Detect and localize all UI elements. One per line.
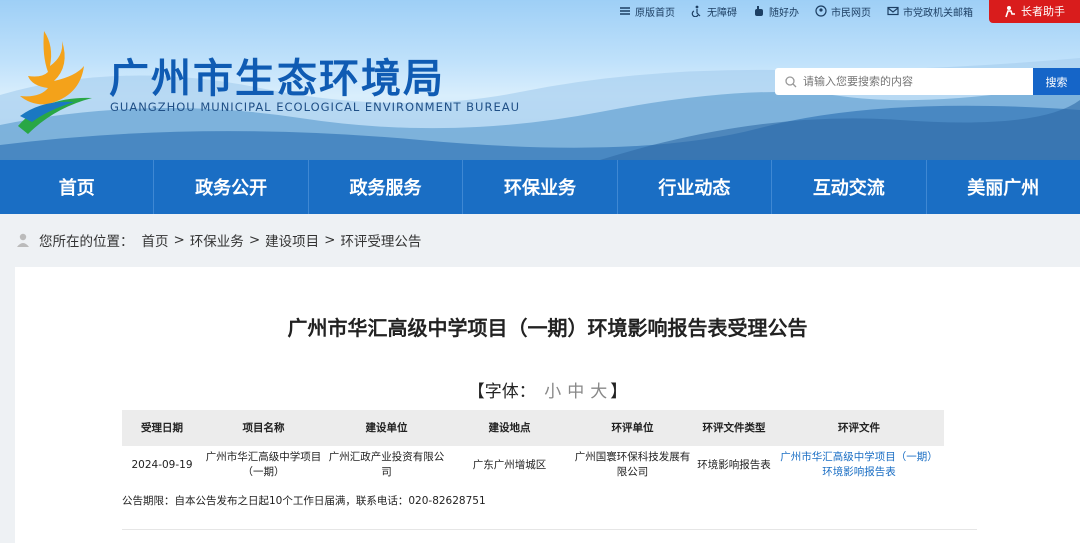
main-nav: 首页 政务公开 政务服务 环保业务 行业动态 互动交流 美丽广州 (0, 160, 1080, 214)
elder-icon (1005, 5, 1015, 17)
top-link-label: 市党政机关邮箱 (903, 7, 973, 19)
article-title: 广州市华汇高级中学项目（一期）环境影响报告表受理公告 (287, 316, 808, 340)
eia-document-link[interactable]: 广州市华汇高级中学项目（一期）环境影响报告表 (774, 446, 944, 484)
nav-item-beautiful-guangzhou[interactable]: 美丽广州 (927, 160, 1080, 214)
col-header-eia-unit: 环评单位 (571, 410, 694, 446)
nav-item-interaction[interactable]: 互动交流 (772, 160, 927, 214)
hand-icon (755, 6, 763, 16)
notice-table: 受理日期 项目名称 建设单位 建设地点 环评单位 环评文件类型 环评文件 202… (122, 410, 944, 484)
breadcrumb-item-home[interactable]: 首页 (142, 230, 169, 250)
site-subtitle: GUANGZHOU MUNICIPAL ECOLOGICAL ENVIRONME… (110, 100, 520, 114)
notice-period-text: 公告期限：自本公告发布之日起10个工作日届满，联系电话：020-82628751 (122, 495, 486, 507)
top-link-accessibility[interactable]: 无障碍 (691, 4, 737, 19)
search-input[interactable] (803, 75, 1023, 88)
col-header-doc: 环评文件 (774, 410, 944, 446)
breadcrumb-prefix: 您所在的位置： (39, 234, 134, 250)
nav-item-home[interactable]: 首页 (0, 160, 155, 214)
top-utility-bar: 原版首页 无障碍 随好办 市民网页 市党政机关邮箱 长者助手 (619, 0, 1080, 23)
mail-icon (887, 6, 899, 16)
site-header: 原版首页 无障碍 随好办 市民网页 市党政机关邮箱 长者助手 广州市生态环境局 … (0, 0, 1080, 160)
top-link-original-home[interactable]: 原版首页 (619, 4, 675, 19)
cell-location: 广东广州增城区 (472, 458, 547, 471)
top-link-party-mail[interactable]: 市党政机关邮箱 (887, 4, 973, 19)
nav-item-government-services[interactable]: 政务服务 (309, 160, 464, 214)
site-title: 广州市生态环境局 (109, 56, 445, 102)
elder-assistant-label: 长者助手 (1021, 5, 1065, 18)
location-icon (17, 233, 29, 247)
top-link-citizen-page[interactable]: 市民网页 (815, 4, 871, 19)
home-icon (620, 7, 630, 15)
cell-doc-type: 环境影响报告表 (697, 458, 771, 471)
breadcrumb-separator: > (324, 232, 336, 248)
breadcrumb-separator: > (173, 232, 185, 248)
col-header-project: 项目名称 (202, 410, 325, 446)
globe-icon (815, 5, 827, 17)
cell-date: 2024-09-19 (131, 458, 193, 471)
font-size-medium[interactable]: 中 (567, 382, 584, 402)
search-box (775, 68, 1033, 95)
accessibility-icon (691, 5, 701, 17)
font-size-large[interactable]: 大 (590, 382, 607, 402)
elder-assistant-button[interactable]: 长者助手 (989, 0, 1080, 23)
top-link-label: 随好办 (769, 7, 799, 19)
breadcrumb-separator: > (248, 232, 261, 248)
bureau-logo-icon (18, 31, 92, 134)
col-header-location: 建设地点 (448, 410, 571, 446)
breadcrumb-item-eia-notice[interactable]: 环评受理公告 (340, 230, 421, 250)
col-header-doc-type: 环评文件类型 (694, 410, 774, 446)
font-size-switcher: 【字体： 小中大】 (15, 377, 1080, 402)
divider (122, 529, 977, 530)
col-header-builder: 建设单位 (325, 410, 448, 446)
breadcrumb-item-construction-project[interactable]: 建设项目 (265, 230, 319, 250)
search-button[interactable]: 搜索 (1033, 68, 1080, 95)
cell-eia-unit: 广州国寰环保科技发展有限公司 (574, 451, 691, 478)
top-link-label: 无障碍 (707, 7, 737, 19)
article-panel: 广州市华汇高级中学项目（一期）环境影响报告表受理公告 【字体： 小中大】 受理日… (15, 267, 1080, 543)
table-row: 2024-09-19 广州市华汇高级中学项目（一期） 广州汇政产业投资有限公司 … (122, 446, 944, 484)
nav-item-government-affairs[interactable]: 政务公开 (154, 160, 309, 214)
font-size-label: 字体： (484, 382, 536, 402)
top-link-label: 原版首页 (635, 7, 675, 19)
font-size-bracket-open: 【 (467, 382, 485, 402)
top-link-label: 市民网页 (831, 7, 871, 19)
top-link-suihaoban[interactable]: 随好办 (753, 4, 799, 19)
col-header-date: 受理日期 (122, 410, 202, 446)
search-icon (785, 75, 797, 87)
font-size-bracket-close: 】 (610, 382, 628, 402)
font-size-small[interactable]: 小 (544, 382, 561, 402)
table-header-row: 受理日期 项目名称 建设单位 建设地点 环评单位 环评文件类型 环评文件 (122, 410, 944, 446)
breadcrumb-item-environmental-business[interactable]: 环保业务 (190, 230, 244, 250)
nav-item-industry-news[interactable]: 行业动态 (618, 160, 773, 214)
cell-builder: 广州汇政产业投资有限公司 (328, 451, 445, 478)
nav-item-environmental-business[interactable]: 环保业务 (463, 160, 618, 214)
cell-project: 广州市华汇高级中学项目（一期） (205, 451, 322, 478)
breadcrumb: 您所在的位置： 首页 > 环保业务 > 建设项目 > 环评受理公告 (15, 228, 421, 252)
